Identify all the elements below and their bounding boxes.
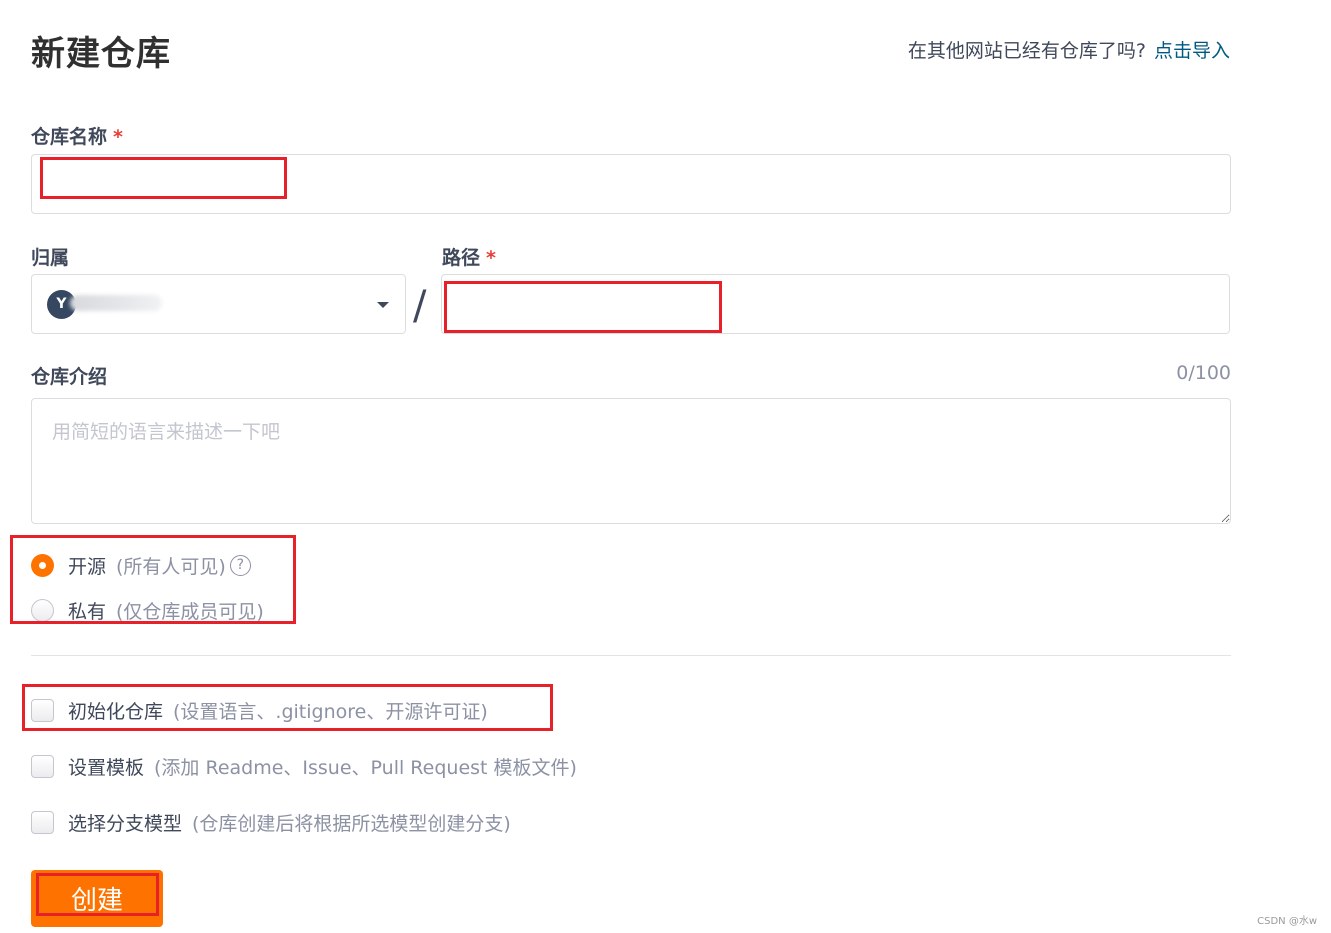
checkbox-template[interactable]: 设置模板 (添加 Readme、Issue、Pull Request 模板文件) xyxy=(31,753,577,780)
annotation-box-create xyxy=(36,873,159,916)
required-mark: * xyxy=(113,126,123,148)
checkbox-branch-hint: (仓库创建后将根据所选模型创建分支) xyxy=(192,813,511,835)
description-textarea[interactable] xyxy=(31,398,1231,524)
description-counter: 0/100 xyxy=(1176,362,1231,384)
annotation-box-path xyxy=(444,281,722,333)
import-hint: 在其他网站已经有仓库了吗? 点击导入 xyxy=(908,36,1230,63)
checkbox-branch-label: 选择分支模型 xyxy=(68,813,183,835)
checkbox[interactable] xyxy=(31,811,54,834)
annotation-box-visibility xyxy=(10,535,296,624)
path-label-text: 路径 xyxy=(442,247,481,269)
annotation-box-repo-name xyxy=(40,157,287,199)
checkbox-template-hint: (添加 Readme、Issue、Pull Request 模板文件) xyxy=(154,757,577,779)
checkbox[interactable] xyxy=(31,755,54,778)
path-label: 路径 * xyxy=(442,243,496,270)
owner-label: 归属 xyxy=(31,247,70,269)
checkbox-template-label: 设置模板 xyxy=(68,757,145,779)
path-separator: / xyxy=(413,283,427,329)
required-mark: * xyxy=(486,247,496,269)
owner-select[interactable]: Y xyxy=(31,274,406,334)
caret-down-icon[interactable] xyxy=(377,302,389,308)
description-label: 仓库介绍 xyxy=(31,366,108,388)
page-title: 新建仓库 xyxy=(31,34,171,74)
import-link[interactable]: 点击导入 xyxy=(1154,40,1230,62)
annotation-box-init xyxy=(22,684,553,731)
import-prompt: 在其他网站已经有仓库了吗? xyxy=(907,40,1146,62)
divider xyxy=(31,655,1231,656)
repo-name-label-text: 仓库名称 xyxy=(31,126,108,148)
repo-name-label: 仓库名称 * xyxy=(31,122,123,149)
owner-name-blurred xyxy=(70,295,162,311)
checkbox-branch-model[interactable]: 选择分支模型 (仓库创建后将根据所选模型创建分支) xyxy=(31,809,511,836)
watermark: CSDN @水w xyxy=(1257,916,1317,927)
